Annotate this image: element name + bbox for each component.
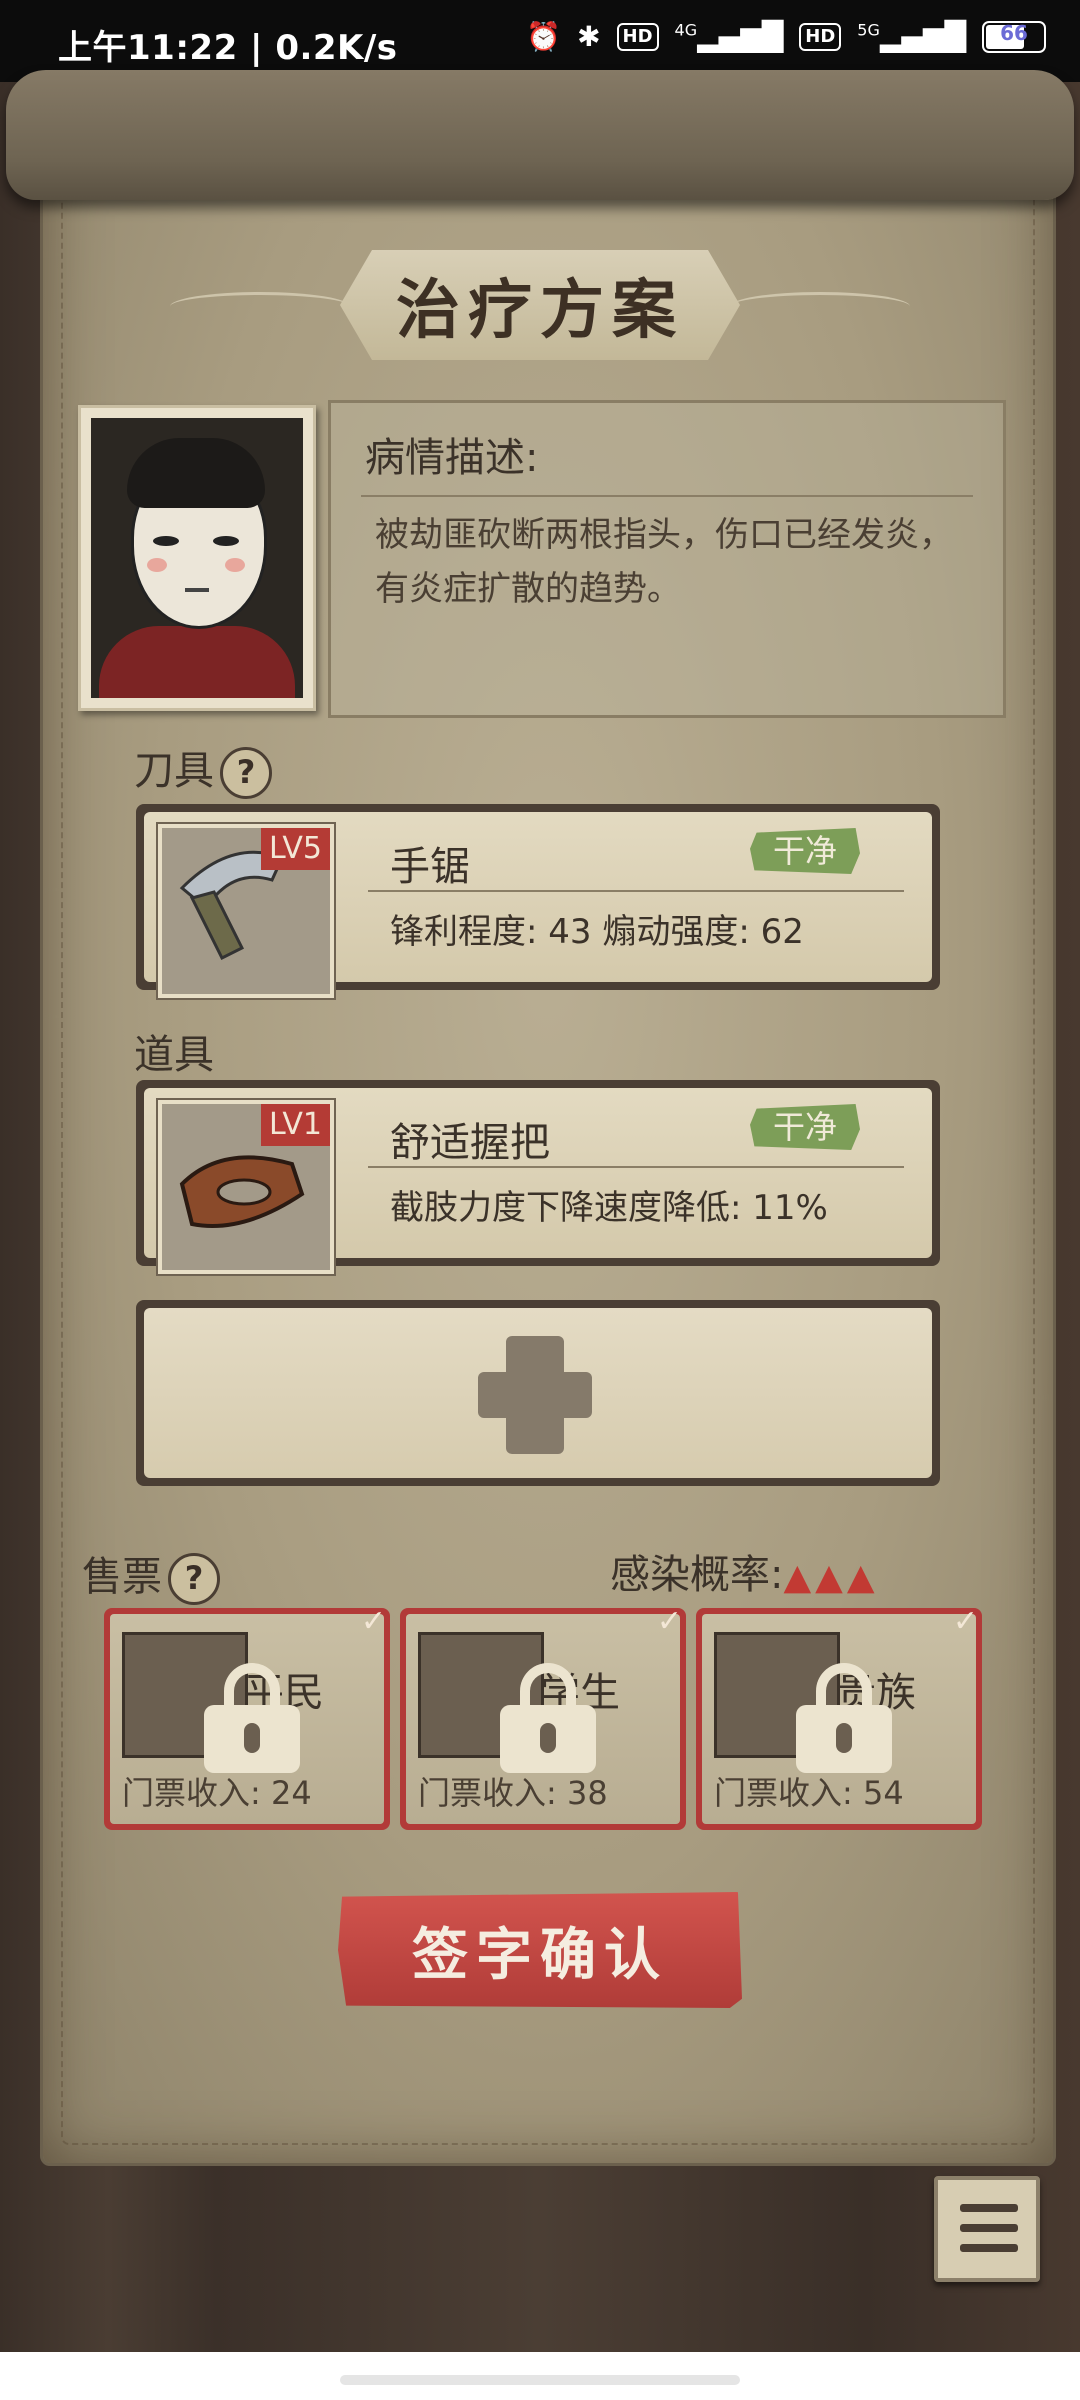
tool-stats: 截肢力度下降速度降低: 11%	[390, 1188, 828, 1228]
blade-section-label: 刀具	[134, 748, 214, 794]
lock-icon	[796, 1663, 892, 1773]
ticket-income: 门票收入: 38	[418, 1774, 608, 1812]
description-label: 病情描述:	[365, 435, 539, 481]
page-title: 治疗方案	[396, 273, 684, 348]
tool-section-label: 道具	[134, 1032, 214, 1078]
blade-stats: 锋利程度: 43 煽动强度: 62	[390, 912, 804, 952]
alarm-icon: ⏰	[526, 20, 562, 53]
5g-signal-icon: 5G▂▄▆█	[857, 20, 966, 53]
status-icons: ⏰ ✱ HD 4G▂▄▆█ HD 5G▂▄▆█ 66	[526, 20, 1046, 53]
sign-confirm-label: 签字确认	[412, 1921, 668, 1988]
title-flourish-right	[730, 292, 910, 321]
tool-level-badge: LV1	[260, 1104, 330, 1146]
blade-section-header: 刀具?	[134, 738, 272, 799]
lock-icon	[204, 1663, 300, 1773]
infection-probability: 感染概率:▲▲▲	[610, 1542, 879, 1600]
blade-help-icon[interactable]: ?	[220, 747, 272, 799]
ticket-section-label: 售票	[82, 1554, 162, 1600]
ticket-income: 门票收入: 54	[714, 1774, 904, 1812]
ticket-student[interactable]: ✓ 学生 门票收入: 38	[400, 1604, 686, 1830]
blade-clean-tag: 干净	[750, 828, 860, 874]
tool-card[interactable]: LV1 舒适握把 干净 截肢力度下降速度降低: 11%	[136, 1080, 940, 1276]
status-time: 上午11:22 | 0.2K/s	[58, 28, 398, 68]
blade-name: 手锯	[390, 844, 470, 890]
check-icon: ✓	[656, 1604, 682, 1639]
description-text: 被劫匪砍断两根指头，伤口已经发炎，有炎症扩散的趋势。	[375, 515, 953, 609]
title-banner: 治疗方案	[340, 250, 740, 360]
blade-card[interactable]: LV5 手锯 干净 锋利程度: 43 煽动强度: 62	[136, 804, 940, 1000]
ticket-commoner[interactable]: ✓ 平民 门票收入: 24	[104, 1604, 390, 1830]
hd-icon-2: HD	[799, 22, 842, 51]
ticket-help-icon[interactable]: ?	[168, 1553, 220, 1605]
hd-icon: HD	[616, 22, 659, 51]
menu-list-icon	[960, 2204, 1018, 2212]
scroll-roll-top	[6, 70, 1074, 200]
blade-level-badge: LV5	[260, 828, 330, 870]
infection-arrows-icon: ▲▲▲	[783, 1556, 879, 1598]
grip-handle-icon: LV1	[156, 1098, 336, 1276]
add-tool-slot-button[interactable]	[136, 1300, 940, 1486]
sign-confirm-button[interactable]: 签字确认	[338, 1892, 742, 2008]
title-flourish-left	[170, 292, 350, 321]
4g-signal-icon: 4G▂▄▆█	[674, 20, 784, 53]
ticket-noble[interactable]: ✓ 贵族 门票收入: 54	[696, 1604, 982, 1830]
ticket-income: 门票收入: 24	[122, 1774, 312, 1812]
condition-description-panel: 病情描述: 被劫匪砍断两根指头，伤口已经发炎，有炎症扩散的趋势。	[328, 400, 1006, 718]
check-icon: ✓	[952, 1604, 978, 1639]
bluetooth-icon: ✱	[577, 20, 601, 53]
patient-portrait	[78, 405, 316, 711]
ticket-section-header: 售票?	[82, 1544, 220, 1605]
lock-icon	[500, 1663, 596, 1773]
infection-label: 感染概率:	[610, 1552, 784, 1598]
home-indicator[interactable]	[340, 2375, 740, 2385]
hand-saw-icon: LV5	[156, 822, 336, 1000]
tool-name: 舒适握把	[390, 1120, 550, 1166]
battery-icon: 66	[982, 20, 1046, 53]
tool-clean-tag: 干净	[750, 1104, 860, 1150]
menu-list-button[interactable]	[934, 2176, 1040, 2282]
check-icon: ✓	[360, 1604, 386, 1639]
